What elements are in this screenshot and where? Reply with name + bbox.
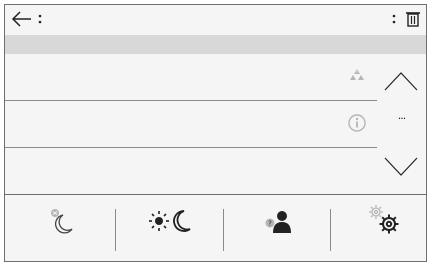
top-bar bbox=[5, 5, 426, 36]
app-window: ... ? bbox=[4, 4, 427, 262]
tab-profile-help[interactable]: ? bbox=[224, 195, 330, 251]
more-vertical-icon[interactable] bbox=[37, 10, 43, 28]
svg-text:?: ? bbox=[268, 220, 272, 228]
tab-day-night[interactable] bbox=[116, 195, 223, 251]
info-icon bbox=[347, 113, 367, 133]
trash-icon[interactable] bbox=[405, 10, 421, 28]
tab-settings[interactable] bbox=[331, 195, 426, 251]
scroll-indicator: ... bbox=[397, 109, 407, 122]
scroll-controls: ... bbox=[377, 54, 426, 194]
profile-help-icon: ? bbox=[265, 211, 291, 233]
list-area[interactable] bbox=[5, 54, 377, 194]
chevron-up-icon[interactable] bbox=[382, 70, 420, 92]
list-item[interactable] bbox=[5, 101, 377, 147]
day-night-icon bbox=[149, 210, 191, 232]
settings-gears-icon bbox=[369, 205, 399, 234]
list-item[interactable] bbox=[5, 54, 377, 100]
warning-triangles-icon bbox=[347, 66, 367, 86]
status-strip bbox=[5, 35, 426, 54]
more-vertical-icon[interactable] bbox=[391, 10, 397, 28]
list-item[interactable] bbox=[5, 148, 377, 194]
back-arrow-icon[interactable] bbox=[11, 10, 33, 28]
bottom-tab-bar: ? bbox=[5, 195, 426, 261]
night-mode-icon bbox=[51, 209, 73, 234]
chevron-down-icon[interactable] bbox=[382, 156, 420, 178]
tab-night-mode[interactable] bbox=[5, 195, 115, 251]
